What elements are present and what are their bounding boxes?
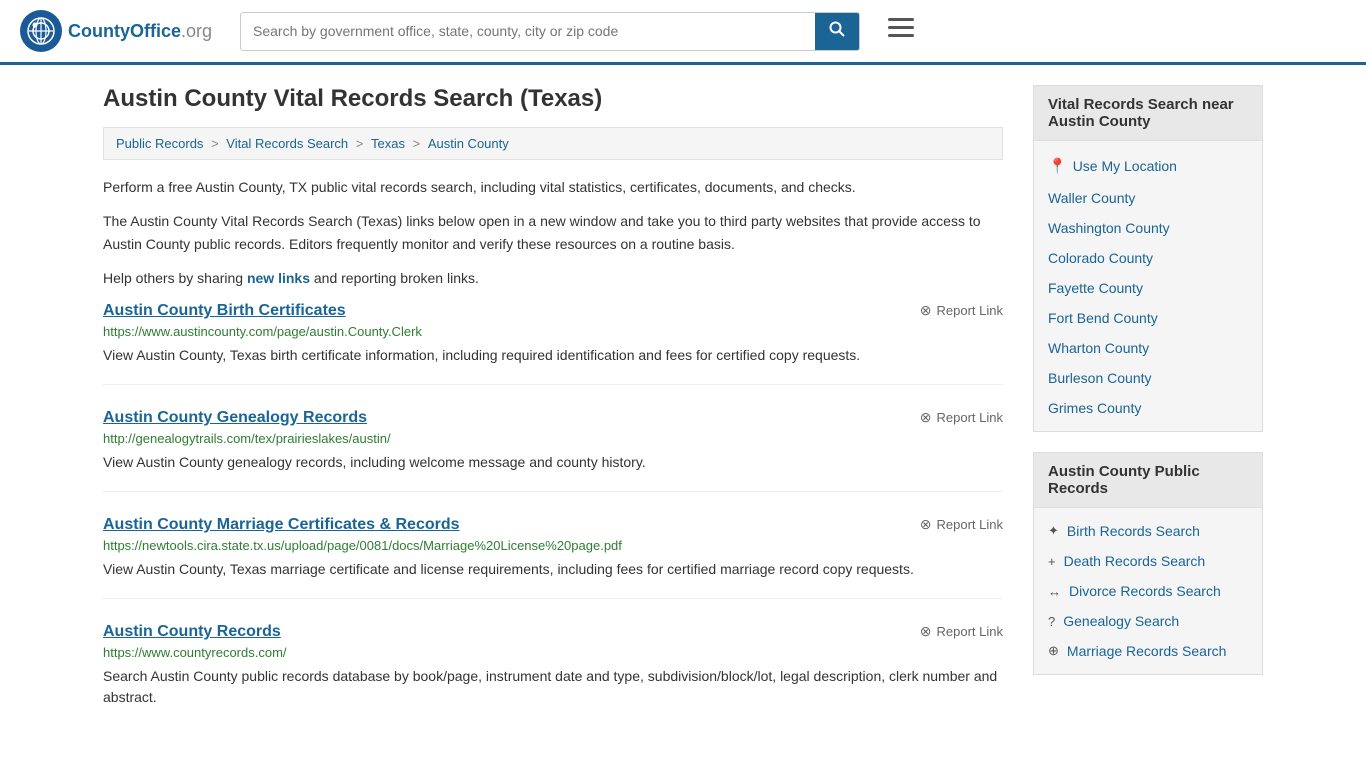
report-link-0[interactable]: ⊗ Report Link: [920, 302, 1003, 319]
report-icon-2: ⊗: [920, 516, 932, 533]
public-record-link-4[interactable]: Marriage Records Search: [1067, 643, 1227, 659]
nearby-county-link-5[interactable]: Wharton County: [1048, 340, 1149, 356]
use-location-item[interactable]: 📍 Use My Location: [1034, 149, 1262, 183]
record-title-1[interactable]: Austin County Genealogy Records: [103, 409, 367, 427]
public-record-item-1: + Death Records Search: [1034, 546, 1262, 576]
record-entry-1: Austin County Genealogy Records ⊗ Report…: [103, 409, 1003, 492]
record-entry-0: Austin County Birth Certificates ⊗ Repor…: [103, 302, 1003, 385]
public-record-item-3: ? Genealogy Search: [1034, 606, 1262, 636]
nearby-county-link-2[interactable]: Colorado County: [1048, 250, 1153, 266]
nearby-section: Vital Records Search near Austin County …: [1033, 85, 1263, 432]
record-header-0: Austin County Birth Certificates ⊗ Repor…: [103, 302, 1003, 320]
nearby-county-link-6[interactable]: Burleson County: [1048, 370, 1152, 386]
nearby-section-body: 📍 Use My Location Waller County Washingto…: [1034, 141, 1262, 431]
report-label-1: Report Link: [937, 410, 1003, 425]
sidebar: Vital Records Search near Austin County …: [1033, 85, 1263, 750]
nearby-county-link-1[interactable]: Washington County: [1048, 220, 1170, 236]
site-header: CountyOffice.org: [0, 0, 1366, 65]
record-desc-1: View Austin County genealogy records, in…: [103, 452, 1003, 473]
nearby-county-3: Fayette County: [1034, 273, 1262, 303]
record-desc-3: Search Austin County public records data…: [103, 666, 1003, 708]
nearby-county-link-0[interactable]: Waller County: [1048, 190, 1135, 206]
logo-text: CountyOffice.org: [68, 21, 212, 42]
logo-icon: [20, 10, 62, 52]
nearby-county-link-7[interactable]: Grimes County: [1048, 400, 1141, 416]
report-label-2: Report Link: [937, 517, 1003, 532]
report-link-3[interactable]: ⊗ Report Link: [920, 623, 1003, 640]
nearby-county-0: Waller County: [1034, 183, 1262, 213]
record-header-2: Austin County Marriage Certificates & Re…: [103, 516, 1003, 534]
intro-paragraph-2: The Austin County Vital Records Search (…: [103, 210, 1003, 255]
public-record-icon-3: ?: [1048, 614, 1055, 629]
public-records-body: ✦ Birth Records Search + Death Records S…: [1034, 508, 1262, 674]
nearby-county-5: Wharton County: [1034, 333, 1262, 363]
nearby-county-6: Burleson County: [1034, 363, 1262, 393]
content-area: Austin County Vital Records Search (Texa…: [103, 85, 1003, 750]
logo[interactable]: CountyOffice.org: [20, 10, 220, 52]
main-container: Austin County Vital Records Search (Texa…: [83, 65, 1283, 770]
report-icon-3: ⊗: [920, 623, 932, 640]
nearby-county-4: Fort Bend County: [1034, 303, 1262, 333]
page-title: Austin County Vital Records Search (Texa…: [103, 85, 1003, 113]
record-entry-2: Austin County Marriage Certificates & Re…: [103, 516, 1003, 599]
public-record-icon-4: ⊕: [1048, 643, 1059, 659]
breadcrumb-public-records[interactable]: Public Records: [116, 136, 203, 151]
record-entry-3: Austin County Records ⊗ Report Link http…: [103, 623, 1003, 726]
public-record-item-4: ⊕ Marriage Records Search: [1034, 636, 1262, 666]
breadcrumb-texas[interactable]: Texas: [371, 136, 405, 151]
report-link-1[interactable]: ⊗ Report Link: [920, 409, 1003, 426]
breadcrumb-austin-county[interactable]: Austin County: [428, 136, 509, 151]
records-list: Austin County Birth Certificates ⊗ Repor…: [103, 302, 1003, 726]
record-header-3: Austin County Records ⊗ Report Link: [103, 623, 1003, 641]
record-desc-0: View Austin County, Texas birth certific…: [103, 345, 1003, 366]
intro-paragraph-3: Help others by sharing new links and rep…: [103, 267, 1003, 289]
public-record-item-2: ↔ Divorce Records Search: [1034, 576, 1262, 606]
nearby-section-header: Vital Records Search near Austin County: [1034, 86, 1262, 141]
public-records-list: ✦ Birth Records Search + Death Records S…: [1034, 516, 1262, 666]
nearby-county-link-3[interactable]: Fayette County: [1048, 280, 1143, 296]
public-record-link-1[interactable]: Death Records Search: [1064, 553, 1206, 569]
nearby-county-2: Colorado County: [1034, 243, 1262, 273]
use-location-label: Use My Location: [1073, 158, 1177, 174]
report-icon-1: ⊗: [920, 409, 932, 426]
report-icon-0: ⊗: [920, 302, 932, 319]
record-title-0[interactable]: Austin County Birth Certificates: [103, 302, 346, 320]
record-desc-2: View Austin County, Texas marriage certi…: [103, 559, 1003, 580]
record-title-2[interactable]: Austin County Marriage Certificates & Re…: [103, 516, 460, 534]
public-record-icon-0: ✦: [1048, 523, 1059, 539]
intro-paragraph-1: Perform a free Austin County, TX public …: [103, 176, 1003, 198]
public-record-link-2[interactable]: Divorce Records Search: [1069, 583, 1221, 599]
record-url-1[interactable]: http://genealogytrails.com/tex/prairiesl…: [103, 431, 1003, 446]
report-label-0: Report Link: [937, 303, 1003, 318]
record-url-0[interactable]: https://www.austincounty.com/page/austin…: [103, 324, 1003, 339]
public-record-link-3[interactable]: Genealogy Search: [1063, 613, 1179, 629]
report-label-3: Report Link: [937, 624, 1003, 639]
search-input[interactable]: [241, 15, 815, 47]
search-bar: [240, 12, 860, 51]
public-record-icon-2: ↔: [1048, 584, 1061, 599]
breadcrumb: Public Records > Vital Records Search > …: [103, 127, 1003, 160]
public-records-header: Austin County Public Records: [1034, 453, 1262, 508]
nearby-county-7: Grimes County: [1034, 393, 1262, 423]
record-header-1: Austin County Genealogy Records ⊗ Report…: [103, 409, 1003, 427]
public-record-link-0[interactable]: Birth Records Search: [1067, 523, 1200, 539]
public-records-section: Austin County Public Records ✦ Birth Rec…: [1033, 452, 1263, 675]
public-record-icon-1: +: [1048, 554, 1056, 569]
public-record-item-0: ✦ Birth Records Search: [1034, 516, 1262, 546]
location-pin-icon: 📍: [1048, 157, 1067, 175]
nearby-counties-list: Waller County Washington County Colorado C…: [1034, 183, 1262, 423]
breadcrumb-vital-records[interactable]: Vital Records Search: [226, 136, 348, 151]
search-button[interactable]: [815, 13, 859, 50]
record-url-2[interactable]: https://newtools.cira.state.tx.us/upload…: [103, 538, 1003, 553]
record-title-3[interactable]: Austin County Records: [103, 623, 281, 641]
record-url-3[interactable]: https://www.countyrecords.com/: [103, 645, 1003, 660]
nearby-county-link-4[interactable]: Fort Bend County: [1048, 310, 1158, 326]
report-link-2[interactable]: ⊗ Report Link: [920, 516, 1003, 533]
menu-button[interactable]: [880, 13, 922, 49]
new-links-link[interactable]: new links: [247, 270, 310, 286]
nearby-county-1: Washington County: [1034, 213, 1262, 243]
